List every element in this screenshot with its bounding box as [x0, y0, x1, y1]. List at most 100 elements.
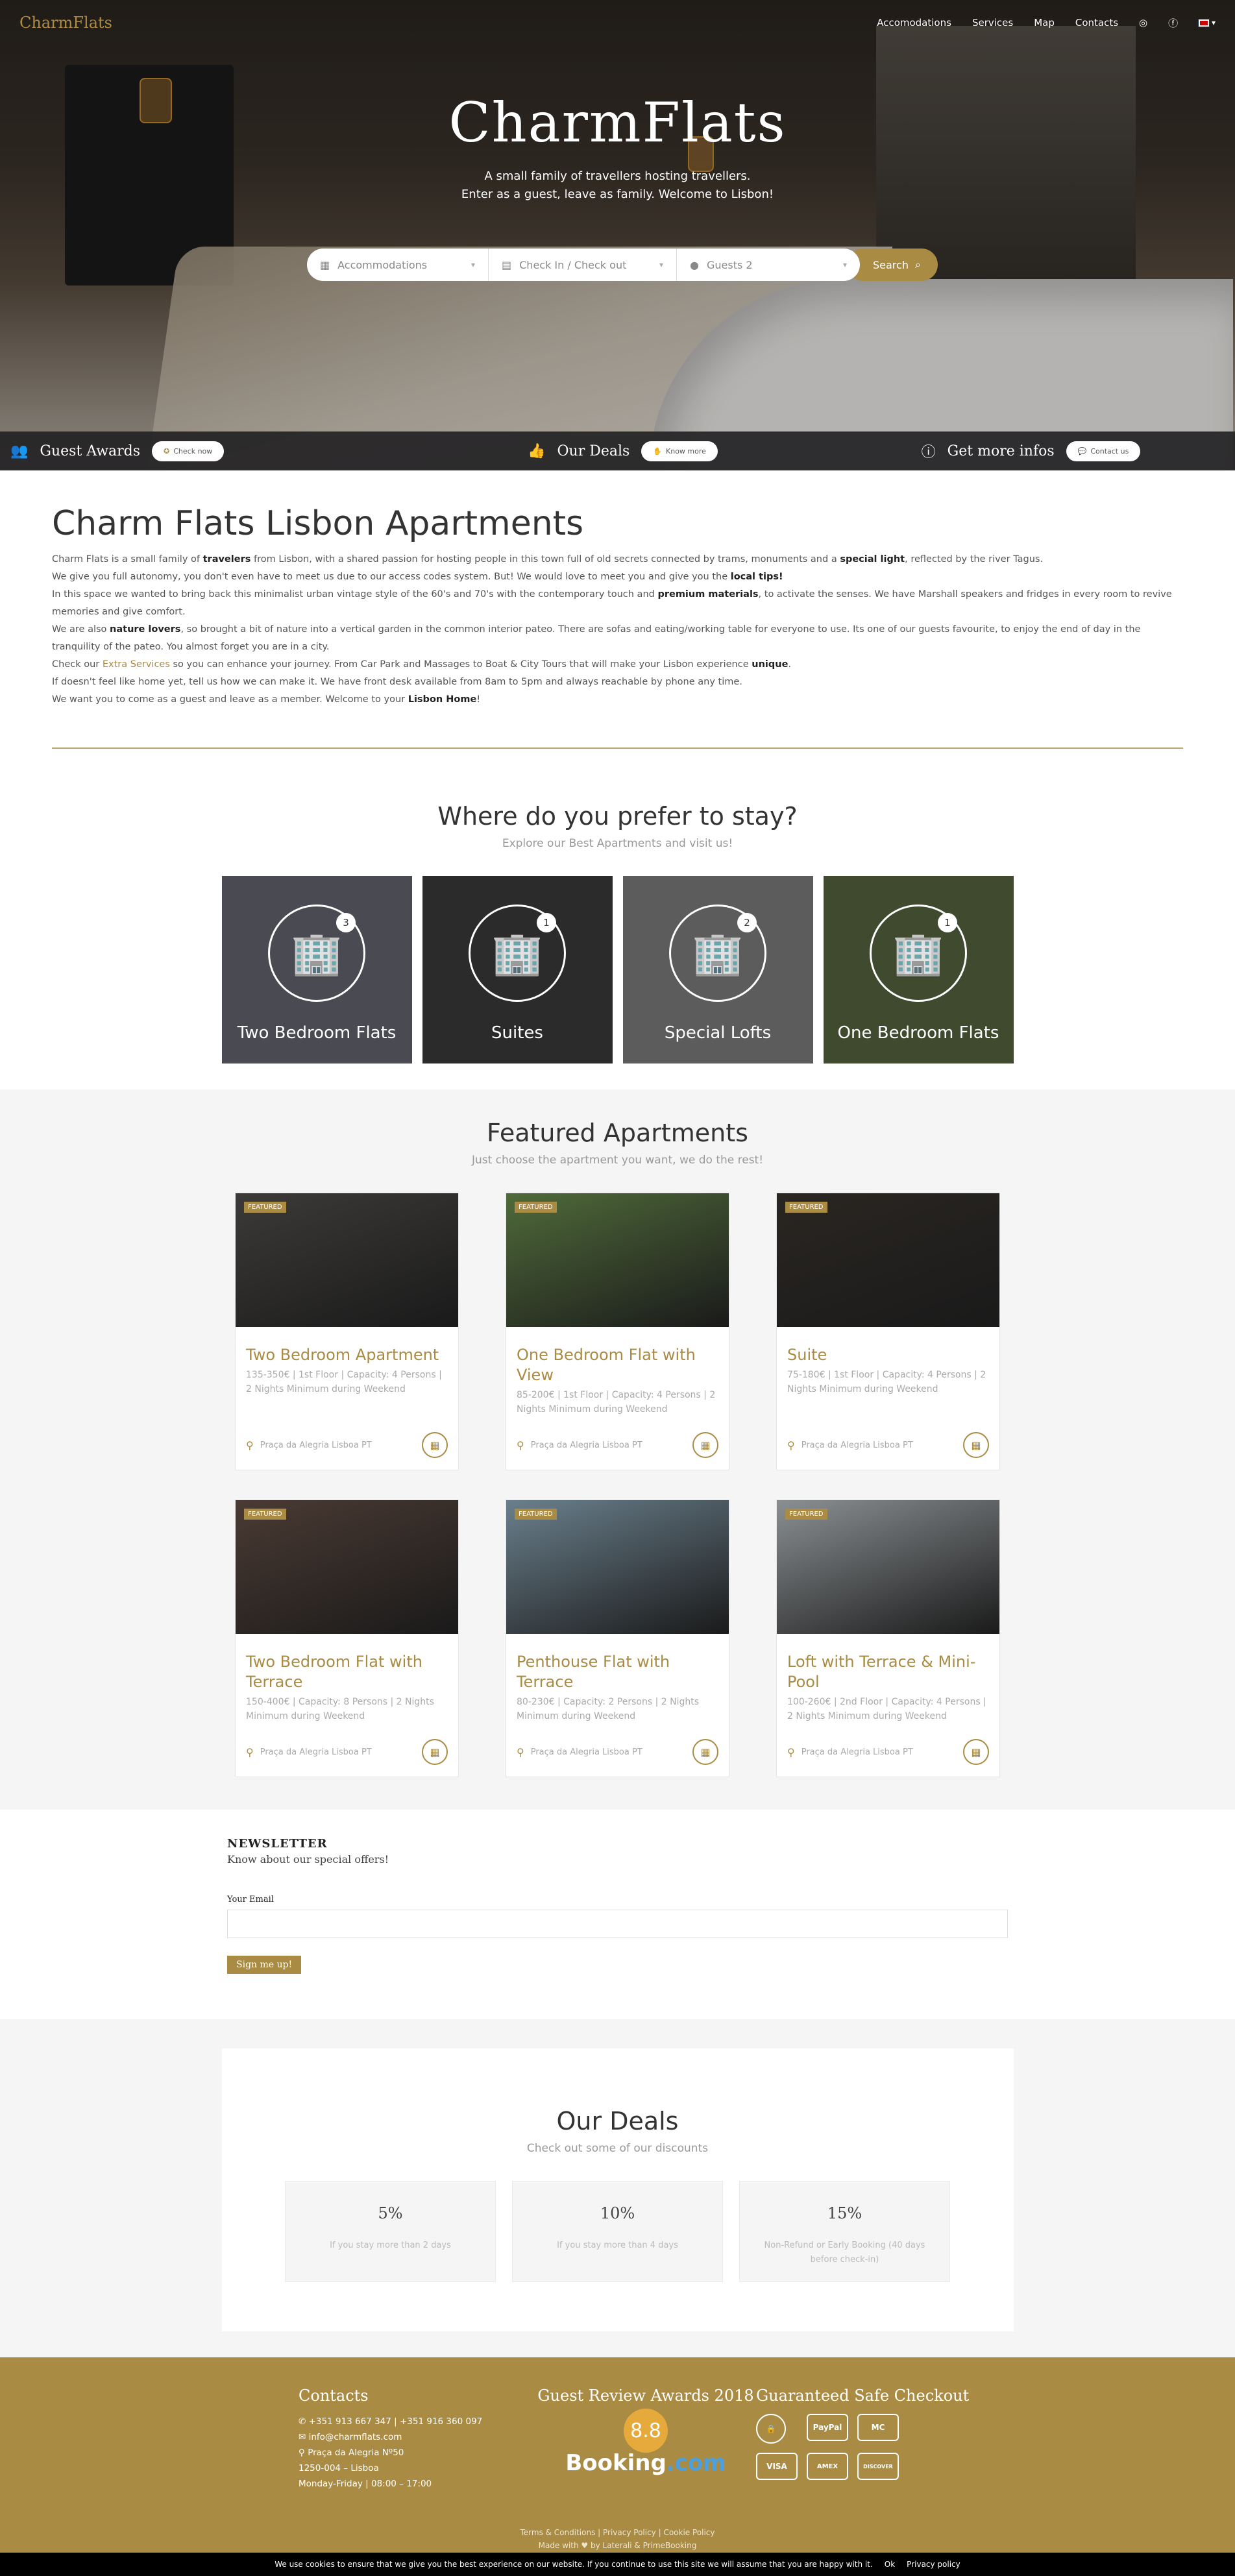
nav-link-accomodations[interactable]: Accomodations: [877, 17, 951, 29]
newsletter-title: NEWSLETTER: [227, 1837, 328, 1851]
about-paragraph: Charm Flats is a small family of travele…: [52, 554, 1044, 565]
count-badge: 1: [537, 913, 556, 932]
sign-up-button[interactable]: Sign me up!: [227, 1956, 302, 1974]
guests-select-label: Guests 2: [706, 258, 753, 271]
footer-email[interactable]: ✉ info@charmflats.com: [299, 2429, 535, 2445]
booking-icon[interactable]: ▦: [422, 1432, 448, 1458]
nav-link-contacts[interactable]: Contacts: [1075, 17, 1118, 29]
building-icon: 🏢: [491, 929, 543, 978]
guests-select[interactable]: ● Guests 2 ▾: [677, 249, 860, 281]
category-label: Two Bedroom Flats: [237, 1023, 397, 1043]
about-paragraph: We are also nature lovers, so brought a …: [52, 624, 1141, 652]
top-nav: CharmFlats Accomodations Services Map Co…: [0, 0, 1235, 45]
nav-link-map[interactable]: Map: [1034, 17, 1055, 29]
footer-postal: 1250-004 – Lisboa: [299, 2463, 379, 2473]
apartment-title[interactable]: One Bedroom Flat with View: [517, 1345, 718, 1385]
apartment-card[interactable]: FEATURED One Bedroom Flat with View 85-200…: [506, 1193, 729, 1470]
accommodations-select-label: Accommodations: [337, 258, 428, 271]
user-icon: ●: [690, 258, 699, 271]
deals-title: Our Deals: [556, 2107, 679, 2135]
info-bar: 👥 Guest Awards ✪ Check now 👍 Our Deals ✋ K…: [0, 431, 1235, 470]
booking-icon[interactable]: ▦: [963, 1432, 989, 1458]
know-more-button[interactable]: ✋ Know more: [641, 441, 718, 461]
email-field[interactable]: [227, 1910, 1008, 1938]
footer-checkout: Guaranteed Safe Checkout 🔒 PayPal MC VIS…: [756, 2387, 969, 2492]
apartment-card[interactable]: FEATURED Two Bedroom Apartment 135-350€ | …: [235, 1193, 459, 1470]
apartment-card[interactable]: FEATURED Penthouse Flat with Terrace 80-23…: [506, 1500, 729, 1777]
nav-link-services[interactable]: Services: [972, 17, 1013, 29]
apartment-photo[interactable]: FEATURED: [236, 1193, 458, 1327]
search-icon: ⌕: [914, 258, 921, 271]
nav-links: Accomodations Services Map Contacts ◎ ⓕ …: [877, 16, 1216, 30]
apartment-title[interactable]: Two Bedroom Apartment: [246, 1345, 448, 1365]
apartment-title[interactable]: Suite: [787, 1345, 989, 1365]
apartment-title[interactable]: Loft with Terrace & Mini-Pool: [787, 1652, 989, 1692]
deals-subtitle: Check out some of our discounts: [526, 2142, 709, 2155]
contact-us-button[interactable]: 💬 Contact us: [1066, 441, 1141, 461]
category-circle: 🏢 3: [268, 905, 365, 1002]
apartment-photo[interactable]: FEATURED: [777, 1500, 999, 1634]
apartment-title[interactable]: Two Bedroom Flat with Terrace: [246, 1652, 448, 1692]
footer-phone[interactable]: ✆ +351 913 667 347 | +351 916 360 097: [299, 2414, 535, 2429]
building-icon: 🏢: [892, 929, 944, 978]
count-badge: 2: [737, 913, 757, 932]
prefer-subtitle: Explore our Best Apartments and visit us…: [502, 837, 733, 850]
apartment-location: Praça da Alegria Lisboa PT: [530, 1747, 642, 1757]
newsletter-section: NEWSLETTER Know about our special offers…: [0, 1810, 1235, 2019]
booking-icon[interactable]: ▦: [692, 1739, 718, 1765]
card-body: Suite 75-180€ | 1st Floor | Capacity: 4 P…: [777, 1327, 999, 1396]
dates-field[interactable]: ▤ Check In / Check out ▾: [489, 249, 677, 281]
apartment-location: Praça da Alegria Lisboa PT: [260, 1747, 372, 1757]
apartment-grid: FEATURED Two Bedroom Apartment 135-350€ | …: [0, 1193, 1235, 1777]
footer-awards: Guest Review Awards 2018 8.8 Booking.com: [535, 2387, 756, 2492]
category-circle: 🏢 2: [669, 905, 766, 1002]
handshake-icon: ✋: [653, 446, 663, 456]
apartment-title[interactable]: Penthouse Flat with Terrace: [517, 1652, 718, 1692]
facebook-icon[interactable]: ⓕ: [1168, 16, 1178, 30]
featured-tag: FEATURED: [785, 1509, 827, 1520]
card-footer: ⚲ Praça da Alegria Lisboa PT ▦: [246, 1432, 448, 1458]
category-suites[interactable]: 🏢 1 Suites: [422, 876, 613, 1063]
deals-panel: Our Deals Check out some of our discount…: [221, 2048, 1014, 2331]
apartment-meta: 80-230€ | Capacity: 2 Persons | 2 Nights…: [517, 1697, 700, 1721]
info-our-deals: 👍 Our Deals ✋ Know more: [419, 441, 827, 461]
apartment-photo[interactable]: FEATURED: [506, 1193, 729, 1327]
hero-subtitle: A small family of travellers hosting tra…: [0, 167, 1235, 204]
footer-contacts-title: Contacts: [299, 2387, 369, 2405]
apartment-card[interactable]: FEATURED Two Bedroom Flat with Terrace 150…: [235, 1500, 459, 1777]
chevron-down-icon: ▾: [471, 260, 475, 269]
accommodations-select[interactable]: ▦ Accommodations ▾: [307, 249, 489, 281]
apartment-card[interactable]: FEATURED Suite 75-180€ | 1st Floor | Capac…: [776, 1193, 1000, 1470]
building-icon: 🏢: [692, 929, 744, 978]
card-body: Two Bedroom Apartment 135-350€ | 1st Floo…: [236, 1327, 458, 1396]
category-two-bedroom-flats[interactable]: 🏢 3 Two Bedroom Flats: [221, 876, 412, 1063]
discover-icon: DISCOVER: [857, 2453, 899, 2480]
apartment-photo[interactable]: FEATURED: [506, 1500, 729, 1634]
category-one-bedroom-flats[interactable]: 🏢 1 One Bedroom Flats: [823, 876, 1014, 1063]
card-body: Penthouse Flat with Terrace 80-230€ | Cap…: [506, 1634, 729, 1723]
booking-icon[interactable]: ▦: [963, 1739, 989, 1765]
apartment-location: Praça da Alegria Lisboa PT: [801, 1747, 913, 1757]
check-now-button[interactable]: ✪ Check now: [152, 441, 225, 461]
featured-subtitle: Just choose the apartment you want, we d…: [471, 1154, 764, 1167]
extra-services-link[interactable]: Extra Services: [103, 659, 170, 670]
apartment-card[interactable]: FEATURED Loft with Terrace & Mini-Pool 100…: [776, 1500, 1000, 1777]
thumbs-up-icon: 👍: [528, 443, 546, 459]
logo[interactable]: CharmFlats: [19, 14, 112, 32]
instagram-icon[interactable]: ◎: [1139, 17, 1147, 29]
building-icon: 🏢: [291, 929, 343, 978]
search-button[interactable]: Search ⌕: [847, 249, 938, 281]
language-selector[interactable]: ▾: [1198, 18, 1216, 27]
apartment-photo[interactable]: FEATURED: [777, 1193, 999, 1327]
know-more-label: Know more: [666, 446, 706, 456]
category-special-lofts[interactable]: 🏢 2 Special Lofts: [622, 876, 813, 1063]
legal-links[interactable]: Terms & Conditions | Privacy Policy | Co…: [0, 2526, 1235, 2539]
booking-icon[interactable]: ▦: [692, 1432, 718, 1458]
footer-bottom: Terms & Conditions | Privacy Policy | Co…: [0, 2526, 1235, 2552]
booking-icon[interactable]: ▦: [422, 1739, 448, 1765]
apartment-meta: 135-350€ | 1st Floor | Capacity: 4 Perso…: [246, 1370, 442, 1394]
apartment-photo[interactable]: FEATURED: [236, 1500, 458, 1634]
privacy-policy-link[interactable]: Privacy policy: [907, 2560, 960, 2569]
cookie-ok-button[interactable]: Ok: [885, 2560, 895, 2569]
map-pin-icon: ⚲: [299, 2448, 308, 2458]
